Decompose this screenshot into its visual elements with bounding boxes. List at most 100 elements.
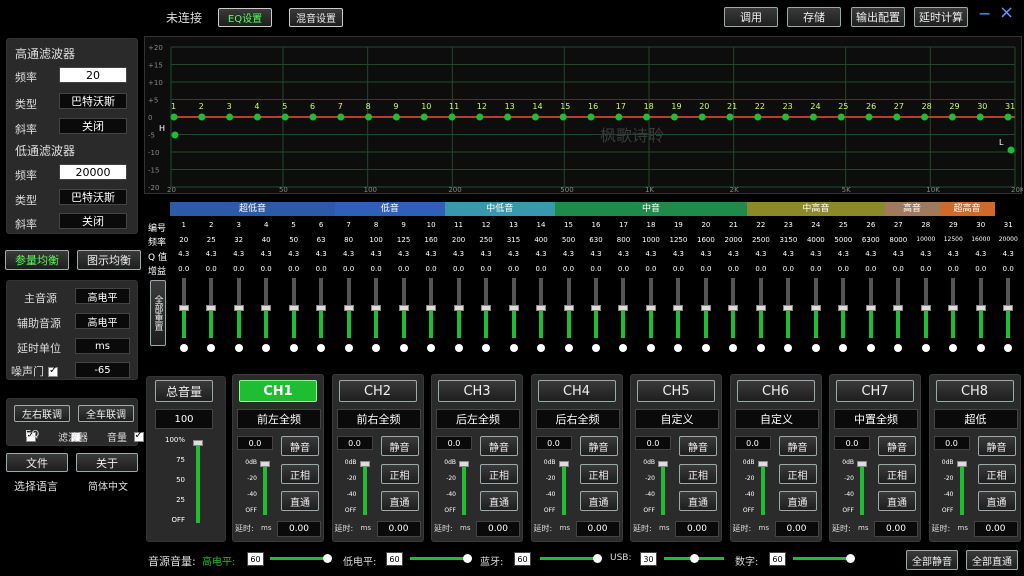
mute-button[interactable]: 静音 bbox=[977, 436, 1016, 456]
channel-level[interactable]: 0.0 bbox=[933, 436, 970, 450]
main-source-select[interactable]: 高电平 bbox=[75, 288, 130, 304]
channel-select-button[interactable]: CH3 bbox=[438, 380, 516, 402]
mute-button[interactable]: 静音 bbox=[281, 436, 319, 456]
delay-input[interactable]: 0.00 bbox=[575, 521, 620, 537]
eq-slider-knob[interactable] bbox=[645, 305, 656, 311]
eq-slider-knob[interactable] bbox=[508, 305, 519, 311]
eq-slider-knob[interactable] bbox=[865, 305, 876, 311]
eq-bypass-dot[interactable] bbox=[234, 344, 243, 352]
eq-graph[interactable]: +20 +15 +10 +5 0 -5 -10 -15 -20 20 50 100 200 500 1K 2K… bbox=[144, 36, 1024, 194]
eq-gain[interactable]: 0.0 bbox=[527, 265, 554, 273]
channel-level[interactable]: 0.0 bbox=[535, 436, 572, 450]
param-eq-button[interactable]: 参量均衡 bbox=[5, 250, 69, 270]
eq-slider-knob[interactable] bbox=[536, 305, 547, 311]
eq-slider-knob[interactable] bbox=[233, 305, 244, 311]
eq-point[interactable] bbox=[670, 113, 678, 121]
eq-q[interactable]: 4.3 bbox=[170, 250, 197, 258]
eq-q[interactable]: 4.3 bbox=[610, 250, 637, 258]
phase-button[interactable]: 正相 bbox=[878, 464, 916, 484]
eq-gain[interactable]: 0.0 bbox=[610, 265, 637, 273]
eq-slider-knob[interactable] bbox=[398, 305, 409, 311]
eq-gain[interactable]: 0.0 bbox=[472, 265, 499, 273]
mute-button[interactable]: 静音 bbox=[380, 436, 419, 456]
eq-q[interactable]: 4.3 bbox=[885, 250, 912, 258]
channel-name[interactable]: 超低 bbox=[933, 409, 1018, 429]
eq-bypass-dot[interactable] bbox=[811, 344, 820, 352]
eq-bypass-dot[interactable] bbox=[207, 344, 216, 352]
eq-bypass-dot[interactable] bbox=[894, 344, 903, 352]
all-link-button[interactable]: 全车联调 bbox=[78, 405, 134, 422]
phase-button[interactable]: 正相 bbox=[480, 464, 518, 484]
eq-bypass-dot[interactable] bbox=[482, 344, 491, 352]
mute-button[interactable]: 静音 bbox=[480, 436, 518, 456]
usb-value[interactable]: 30 bbox=[640, 552, 657, 566]
eq-point[interactable] bbox=[281, 113, 289, 121]
channel-slider-knob[interactable] bbox=[757, 461, 768, 467]
channel-slider-knob[interactable] bbox=[558, 461, 569, 467]
channel-name[interactable]: 后右全频 bbox=[535, 409, 620, 429]
master-volume-button[interactable]: 总音量 bbox=[155, 380, 213, 402]
eq-bypass-dot[interactable] bbox=[399, 344, 408, 352]
eq-point[interactable] bbox=[420, 113, 428, 121]
eq-point[interactable] bbox=[921, 113, 929, 121]
eq-slider-knob[interactable] bbox=[755, 305, 766, 311]
channel-level[interactable]: 0.0 bbox=[336, 436, 373, 450]
delay-calc-button[interactable]: 延时计算 bbox=[914, 7, 968, 27]
channel-slider-knob[interactable] bbox=[857, 461, 867, 467]
eq-point[interactable] bbox=[504, 113, 512, 121]
eq-bypass-dot[interactable] bbox=[344, 344, 353, 352]
phase-button[interactable]: 正相 bbox=[579, 464, 618, 484]
hi-level-slider[interactable] bbox=[270, 557, 330, 560]
eq-bypass-dot[interactable] bbox=[949, 344, 958, 352]
channel-select-button[interactable]: CH2 bbox=[338, 380, 417, 402]
eq-q[interactable]: 4.3 bbox=[912, 250, 939, 258]
eq-gain[interactable]: 0.0 bbox=[555, 265, 582, 273]
eq-bypass-dot[interactable] bbox=[289, 344, 298, 352]
channel-name[interactable]: 前右全频 bbox=[336, 409, 421, 429]
eq-bypass-dot[interactable] bbox=[976, 344, 985, 352]
eq-q[interactable]: 4.3 bbox=[335, 250, 362, 258]
eq-point[interactable] bbox=[782, 113, 790, 121]
eq-slider-knob[interactable] bbox=[481, 305, 492, 311]
eq-bypass-dot[interactable] bbox=[866, 344, 875, 352]
lr-link-button[interactable]: 左右联调 bbox=[14, 405, 70, 422]
lo-level-value[interactable]: 60 bbox=[386, 552, 403, 566]
eq-q[interactable]: 4.3 bbox=[857, 250, 884, 258]
lo-level-slider[interactable] bbox=[410, 557, 470, 560]
reset-all-button[interactable]: 全部重置 bbox=[150, 280, 166, 346]
eq-slider-knob[interactable] bbox=[563, 305, 574, 311]
bt-slider[interactable] bbox=[540, 557, 600, 560]
channel-select-button[interactable]: CH5 bbox=[637, 380, 715, 402]
eq-gain[interactable]: 0.0 bbox=[857, 265, 884, 273]
eq-q[interactable]: 4.3 bbox=[280, 250, 307, 258]
eq-q[interactable]: 4.3 bbox=[445, 250, 472, 258]
call-button[interactable]: 调用 bbox=[724, 7, 778, 27]
eq-slider-knob[interactable] bbox=[178, 305, 189, 311]
noise-gate-input[interactable]: -65 bbox=[75, 362, 130, 378]
lp-slope-select[interactable]: 关闭 bbox=[59, 213, 127, 229]
eq-slider-knob[interactable] bbox=[206, 305, 217, 311]
tab-mix[interactable]: 混音设置 bbox=[289, 8, 343, 27]
delay-input[interactable]: 0.00 bbox=[675, 521, 719, 537]
eq-q[interactable]: 4.3 bbox=[692, 250, 719, 258]
phase-button[interactable]: 正相 bbox=[679, 464, 717, 484]
delay-unit-select[interactable]: ms bbox=[75, 338, 130, 354]
eq-q[interactable]: 4.3 bbox=[555, 250, 582, 258]
delay-input[interactable]: 0.00 bbox=[376, 521, 421, 537]
direct-button[interactable]: 直通 bbox=[579, 491, 618, 511]
eq-bypass-dot[interactable] bbox=[701, 344, 710, 352]
channel-level[interactable]: 0.0 bbox=[734, 436, 771, 450]
phase-button[interactable]: 正相 bbox=[977, 464, 1016, 484]
about-button[interactable]: 关于 bbox=[76, 453, 138, 472]
eq-slider-knob[interactable] bbox=[343, 305, 354, 311]
eq-gain[interactable]: 0.0 bbox=[417, 265, 444, 273]
hp-slope-select[interactable]: 关闭 bbox=[59, 118, 127, 134]
eq-gain[interactable]: 0.0 bbox=[912, 265, 939, 273]
graphic-eq-button[interactable]: 图示均衡 bbox=[77, 250, 141, 270]
phase-button[interactable]: 正相 bbox=[778, 464, 817, 484]
direct-all-button[interactable]: 全部直通 bbox=[966, 550, 1018, 570]
phase-button[interactable]: 正相 bbox=[380, 464, 419, 484]
hp-type-select[interactable]: 巴特沃斯 bbox=[59, 93, 127, 109]
eq-gain[interactable]: 0.0 bbox=[940, 265, 967, 273]
eq-slider-knob[interactable] bbox=[316, 305, 327, 311]
